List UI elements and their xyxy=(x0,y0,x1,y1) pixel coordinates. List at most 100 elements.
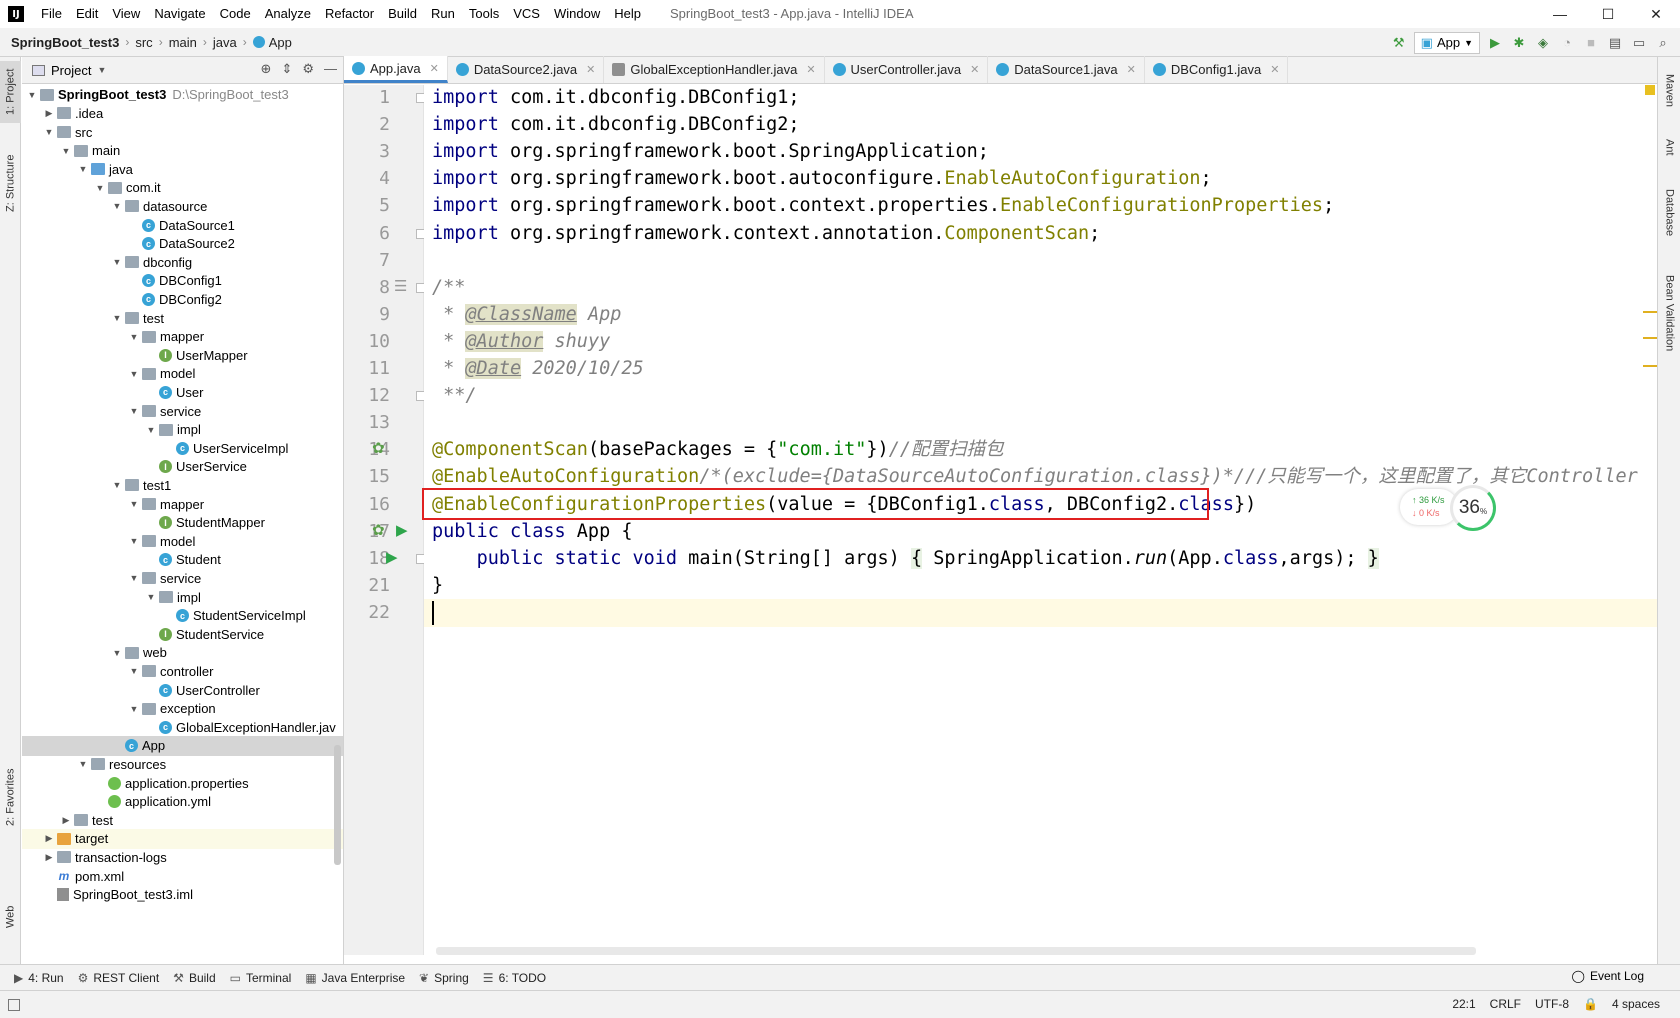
close-icon[interactable]: ✕ xyxy=(430,62,439,75)
code-line[interactable]: **/ xyxy=(432,382,476,410)
coverage-icon[interactable]: ◈ xyxy=(1534,34,1552,52)
tab-maven[interactable]: Maven xyxy=(1658,63,1680,119)
cursor-position[interactable]: 22:1 xyxy=(1452,997,1475,1011)
run-method-icon[interactable]: ▶ xyxy=(386,548,398,566)
expand-arrow-icon[interactable]: ▼ xyxy=(43,127,55,137)
tree-item[interactable]: ▼ datasource xyxy=(22,197,343,217)
tab-bean-validation[interactable]: Bean Validation xyxy=(1658,263,1680,363)
code-line[interactable]: import org.springframework.boot.autoconf… xyxy=(432,165,1212,193)
project-structure-icon[interactable]: ▤ xyxy=(1606,34,1624,52)
tree-item[interactable]: c User xyxy=(22,383,343,403)
menu-view[interactable]: View xyxy=(105,0,147,28)
tab-favorites[interactable]: 2: Favorites xyxy=(0,757,21,837)
tree-item[interactable]: ▼ test1 xyxy=(22,476,343,496)
tree-item[interactable]: c App xyxy=(22,736,343,756)
tab-ant[interactable]: Ant xyxy=(1658,129,1680,165)
menu-tools[interactable]: Tools xyxy=(462,0,506,28)
debug-icon[interactable]: ✱ xyxy=(1510,34,1528,52)
tree-item[interactable]: ▼ service xyxy=(22,401,343,421)
build-hammer-icon[interactable]: ⚒ xyxy=(1390,34,1408,52)
expand-arrow-icon[interactable]: ▼ xyxy=(128,369,140,379)
indent-setting[interactable]: 4 spaces xyxy=(1612,997,1660,1011)
expand-arrow-icon[interactable]: ▼ xyxy=(128,666,140,676)
code-line[interactable]: * @ClassName App xyxy=(432,301,621,329)
code-line[interactable]: public class App { xyxy=(432,518,632,546)
tree-item[interactable]: c GlobalExceptionHandler.jav xyxy=(22,717,343,737)
expand-arrow-icon[interactable]: ▼ xyxy=(128,406,140,416)
tree-item[interactable]: ▼ controller xyxy=(22,662,343,682)
tree-item[interactable]: I StudentMapper xyxy=(22,513,343,533)
menu-run[interactable]: Run xyxy=(424,0,462,28)
tree-item[interactable]: I StudentService xyxy=(22,624,343,644)
locate-icon[interactable]: ⊕ xyxy=(261,61,272,77)
collapse-arrow-icon[interactable]: ▶ xyxy=(43,833,55,844)
menu-vcs[interactable]: VCS xyxy=(506,0,547,28)
expand-arrow-icon[interactable]: ▼ xyxy=(128,332,140,342)
tree-item[interactable]: ▼ exception xyxy=(22,699,343,719)
expand-arrow-icon[interactable]: ▼ xyxy=(26,90,38,100)
tool-window-button[interactable]: ⚙ REST Client xyxy=(78,971,160,985)
spring-bean-icon[interactable]: ✿ xyxy=(372,439,385,457)
menu-edit[interactable]: Edit xyxy=(69,0,105,28)
tab-database[interactable]: Database xyxy=(1658,181,1680,245)
sdk-icon[interactable]: ▭ xyxy=(1630,34,1648,52)
tree-item[interactable]: ▶ .idea xyxy=(22,104,343,124)
code-line[interactable]: import org.springframework.boot.context.… xyxy=(432,192,1334,220)
editor-tab[interactable]: UserController.java ✕ xyxy=(825,56,989,83)
chevron-down-icon[interactable]: ▼ xyxy=(97,65,106,75)
close-icon[interactable]: ✕ xyxy=(1270,63,1279,76)
tree-item[interactable]: c DataSource2 xyxy=(22,234,343,254)
code-line[interactable]: public static void main(String[] args) {… xyxy=(432,545,1379,573)
code-area[interactable]: 1 2 3 4 5 6 7 8 9 10 11 12 13 14 15 16 17 18 21 22 ☰ ✿ ✿ ▶ ▶ imp… xyxy=(344,85,1657,955)
code-line[interactable]: @ComponentScan(basePackages = {"com.it"}… xyxy=(432,436,1003,464)
tool-window-button[interactable]: ❦ Spring xyxy=(419,971,469,985)
breadcrumb-item[interactable]: SpringBoot_test3 xyxy=(11,35,119,50)
tree-item[interactable]: c StudentServiceImpl xyxy=(22,606,343,626)
expand-arrow-icon[interactable]: ▼ xyxy=(128,499,140,509)
expand-arrow-icon[interactable]: ▼ xyxy=(60,146,72,156)
code-line[interactable]: * @Date 2020/10/25 xyxy=(432,355,644,383)
tree-item[interactable]: c DataSource1 xyxy=(22,215,343,235)
warning-marker[interactable] xyxy=(1643,337,1657,339)
tree-item[interactable]: application.properties xyxy=(22,773,343,793)
tree-item[interactable]: ▼ impl xyxy=(22,420,343,440)
warning-marker[interactable] xyxy=(1643,311,1657,313)
warning-marker[interactable] xyxy=(1643,365,1657,367)
editor-tab[interactable]: DBConfig1.java ✕ xyxy=(1145,56,1289,83)
editor-tab[interactable]: DataSource1.java ✕ xyxy=(988,56,1145,83)
tree-item[interactable]: c DBConfig2 xyxy=(22,290,343,310)
tree-item[interactable]: ▼ dbconfig xyxy=(22,252,343,272)
tree-item[interactable]: c DBConfig1 xyxy=(22,271,343,291)
breadcrumb-item[interactable]: src xyxy=(135,35,152,50)
expand-arrow-icon[interactable]: ▼ xyxy=(111,648,123,658)
code-line[interactable]: import com.it.dbconfig.DBConfig2; xyxy=(432,111,800,139)
tree-item[interactable]: c UserController xyxy=(22,680,343,700)
profile-icon[interactable]: ◔ xyxy=(1558,34,1576,52)
tree-item[interactable]: I UserMapper xyxy=(22,345,343,365)
tree-scrollbar-thumb[interactable] xyxy=(334,745,341,865)
tree-item[interactable]: SpringBoot_test3.iml xyxy=(22,885,343,905)
expand-arrow-icon[interactable]: ▼ xyxy=(145,425,157,435)
horizontal-scrollbar[interactable] xyxy=(436,947,1476,955)
editor-tab[interactable]: App.java ✕ xyxy=(344,56,448,83)
tree-item[interactable]: ▼ com.it xyxy=(22,178,343,198)
expand-arrow-icon[interactable]: ▼ xyxy=(111,480,123,490)
run-icon[interactable]: ▶ xyxy=(1486,34,1504,52)
tree-item[interactable]: ▼ SpringBoot_test3 D:\SpringBoot_test3 xyxy=(22,85,343,105)
tool-window-button[interactable]: ⚒ Build xyxy=(173,971,215,985)
tree-item[interactable]: ▼ service xyxy=(22,569,343,589)
code-line[interactable]: } xyxy=(432,572,443,600)
toggle-tool-windows-icon[interactable] xyxy=(8,998,20,1011)
line-separator[interactable]: CRLF xyxy=(1490,997,1521,1011)
close-icon[interactable]: ✕ xyxy=(586,63,595,76)
tree-item[interactable]: ▼ src xyxy=(22,122,343,142)
close-icon[interactable]: ✕ xyxy=(806,63,815,76)
tab-project[interactable]: 1: Project xyxy=(0,61,21,123)
menu-code[interactable]: Code xyxy=(213,0,258,28)
expand-arrow-icon[interactable]: ▼ xyxy=(94,183,106,193)
tool-window-button[interactable]: ▶ 4: Run xyxy=(14,971,64,985)
breadcrumb-item[interactable]: main xyxy=(169,35,197,50)
code-line[interactable]: * @Author shuyy xyxy=(432,328,610,356)
tree-item[interactable]: ▼ test xyxy=(22,308,343,328)
expand-arrow-icon[interactable]: ▼ xyxy=(145,592,157,602)
